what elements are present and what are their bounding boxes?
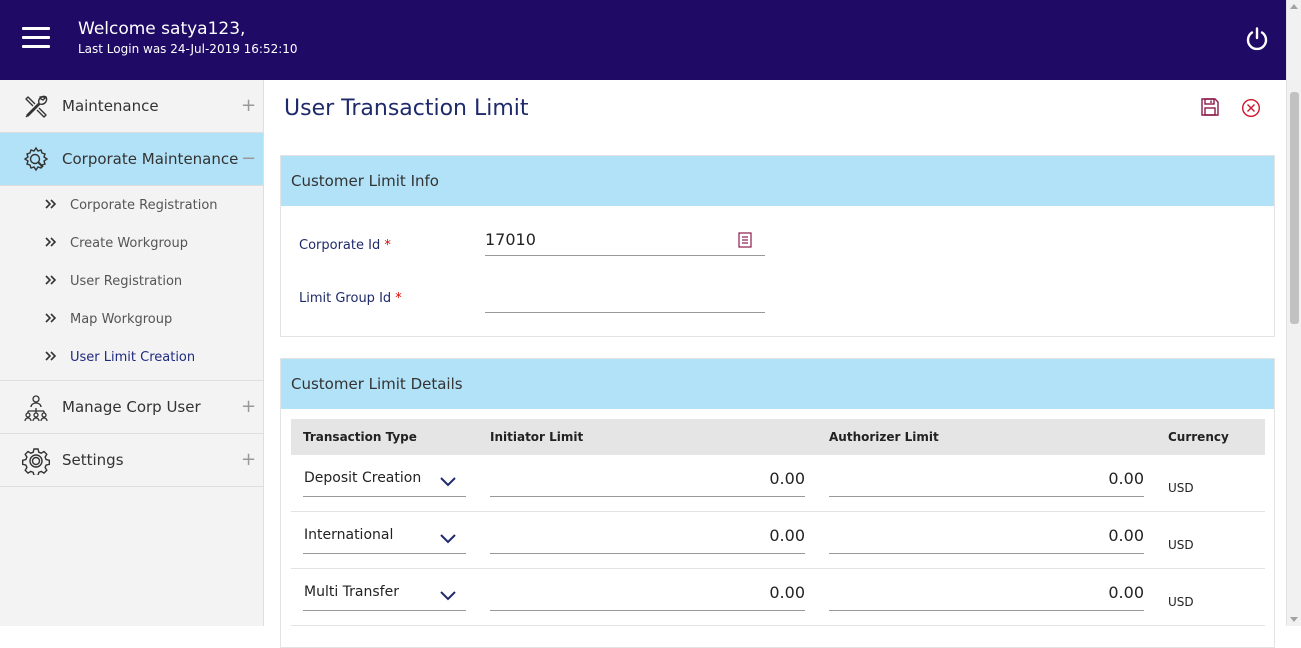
submenu-item-label: Corporate Registration [70,197,218,213]
scroll-up-arrow-icon[interactable] [1290,4,1298,9]
chevron-down-icon [440,591,456,601]
table-row: International 0.00 0.00 USD [291,512,1265,569]
welcome-text: Welcome satya123, [78,19,246,39]
top-header: Welcome satya123, Last Login was 24-Jul-… [0,0,1286,80]
transaction-type-select[interactable]: International [303,520,466,554]
page-scrollbar[interactable] [1286,0,1301,626]
limit-group-id-field[interactable] [485,283,765,313]
authorizer-limit-input[interactable]: 0.00 [829,463,1144,497]
submenu-item-user-registration[interactable]: User Registration [0,262,263,300]
table-header: Transaction Type Initiator Limit Authori… [291,419,1265,455]
transaction-type-value: International [304,527,394,543]
corporate-id-field[interactable]: 17010 [485,226,765,256]
expand-plus-icon[interactable]: + [241,97,256,115]
currency-value: USD [1168,595,1194,609]
required-asterisk: * [384,238,391,253]
initiator-limit-input[interactable]: 0.00 [490,520,805,554]
currency-value: USD [1168,481,1194,495]
hamburger-icon[interactable] [22,27,50,51]
customer-limit-details-panel: Customer Limit Details Transaction Type … [280,358,1275,648]
required-asterisk: * [395,291,402,306]
limit-group-id-label-text: Limit Group Id [299,291,392,306]
sidebar-item-maintenance[interactable]: Maintenance + [0,80,263,133]
org-chart-icon [24,395,48,422]
currency-value: USD [1168,538,1194,552]
expand-plus-icon[interactable]: + [241,451,256,469]
table-row: Multi Transfer 0.00 0.00 USD [291,569,1265,626]
chevron-down-icon [440,477,456,487]
corporate-maintenance-submenu: Corporate Registration Create Workgroup … [0,186,263,381]
panel-heading: Customer Limit Info [281,156,1274,206]
customer-limit-info-panel: Customer Limit Info Corporate Id * 17010… [280,155,1275,337]
authorizer-limit-input[interactable]: 0.00 [829,577,1144,611]
sidebar-item-settings[interactable]: Settings + [0,434,263,487]
main-content: User Transaction Limit Customer Limit In… [264,80,1286,648]
submenu-item-create-workgroup[interactable]: Create Workgroup [0,224,263,262]
sidebar-item-label: Corporate Maintenance [62,150,239,168]
page-title: User Transaction Limit [284,96,529,121]
power-icon[interactable] [1244,26,1270,52]
double-chevron-right-icon [45,313,57,323]
close-circle-icon[interactable] [1241,98,1261,118]
column-header-currency: Currency [1168,430,1229,444]
last-login-text: Last Login was 24-Jul-2019 16:52:10 [78,42,298,56]
submenu-item-user-limit-creation[interactable]: User Limit Creation [0,338,263,376]
authorizer-limit-input[interactable]: 0.00 [829,520,1144,554]
sidebar-item-label: Settings [62,451,124,469]
gear-icon [22,448,50,475]
submenu-item-label: User Registration [70,273,183,289]
sidebar-item-manage-corp-user[interactable]: Manage Corp User + [0,381,263,434]
lookup-list-icon[interactable] [738,232,752,248]
expand-plus-icon[interactable]: + [241,398,256,416]
double-chevron-right-icon [45,199,57,209]
submenu-item-label: Create Workgroup [70,235,189,251]
column-header-authorizer-limit: Authorizer Limit [829,430,939,444]
sidebar-item-corporate-maintenance[interactable]: Corporate Maintenance − [0,133,263,186]
submenu-item-map-workgroup[interactable]: Map Workgroup [0,300,263,338]
double-chevron-right-icon [45,275,57,285]
submenu-item-corporate-registration[interactable]: Corporate Registration [0,186,263,224]
tools-icon [25,95,48,118]
table-row: Deposit Creation 0.00 0.00 USD [291,455,1265,512]
submenu-item-label: User Limit Creation [70,349,196,365]
initiator-limit-input[interactable]: 0.00 [490,463,805,497]
sidebar: Maintenance + Corporate Maintenance − Co… [0,80,264,626]
transaction-type-value: Multi Transfer [304,584,399,600]
column-header-transaction-type: Transaction Type [303,430,417,444]
transaction-type-select[interactable]: Multi Transfer [303,577,466,611]
double-chevron-right-icon [45,351,57,361]
scroll-thumb[interactable] [1290,92,1299,324]
sidebar-item-label: Maintenance [62,97,159,115]
corporate-id-label-text: Corporate Id [299,238,381,253]
sidebar-item-label: Manage Corp User [62,398,201,416]
transaction-type-select[interactable]: Deposit Creation [303,463,466,497]
collapse-minus-icon[interactable]: − [241,150,256,168]
panel-heading: Customer Limit Details [281,359,1274,409]
gear-search-icon [23,146,49,172]
corporate-id-label: Corporate Id * [299,238,391,253]
initiator-limit-input[interactable]: 0.00 [490,577,805,611]
save-icon[interactable] [1200,97,1220,117]
corporate-id-value: 17010 [485,230,536,249]
double-chevron-right-icon [45,237,57,247]
column-header-initiator-limit: Initiator Limit [490,430,584,444]
submenu-item-label: Map Workgroup [70,311,173,327]
chevron-down-icon [440,534,456,544]
scroll-down-arrow-icon[interactable] [1290,617,1298,622]
transaction-type-value: Deposit Creation [304,470,422,486]
limit-group-id-label: Limit Group Id * [299,291,402,306]
